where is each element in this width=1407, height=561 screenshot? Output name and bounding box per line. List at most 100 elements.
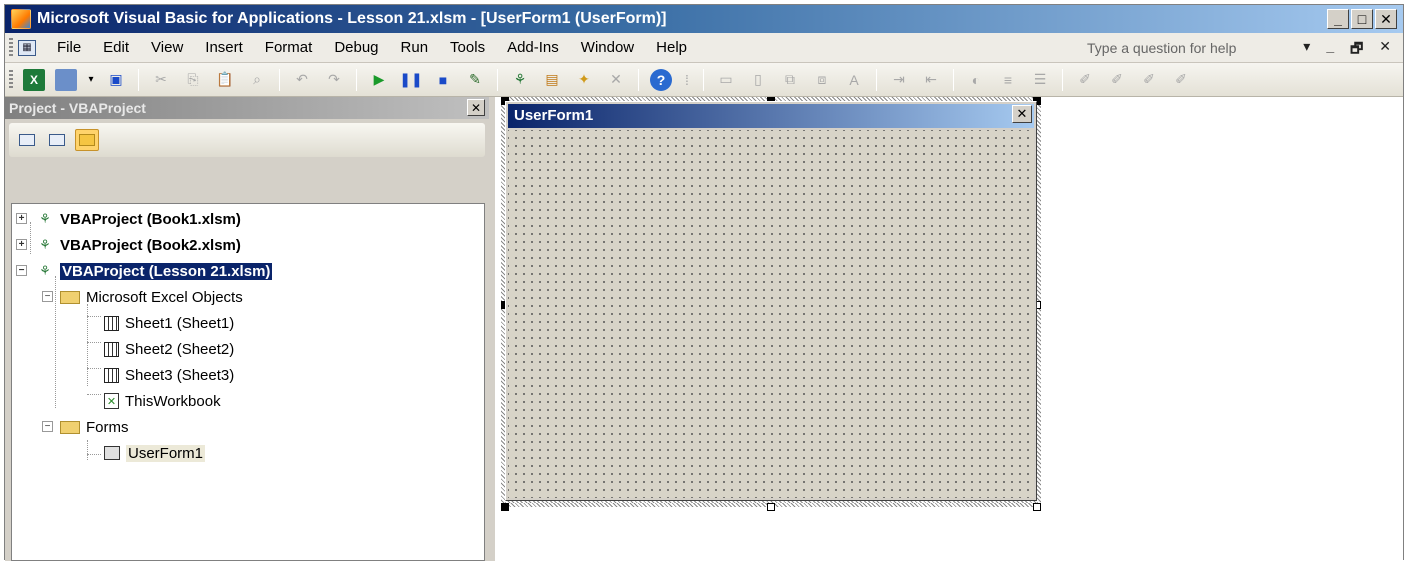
insert-userform-icon[interactable]	[55, 68, 77, 91]
mdi-close-button[interactable]: ✕	[1379, 38, 1391, 62]
redo-icon[interactable]: ↷	[323, 69, 345, 91]
collapse-icon[interactable]: −	[42, 291, 53, 302]
menu-run[interactable]: Run	[401, 39, 429, 56]
close-button[interactable]: ✕	[1375, 9, 1397, 29]
toolbar-separator	[638, 68, 639, 91]
expand-icon[interactable]: +	[16, 213, 27, 224]
mdi-minimize-button[interactable]: _	[1326, 38, 1334, 62]
ungroup-icon[interactable]: ⧈	[811, 69, 833, 91]
tree-item-thisworkbook[interactable]: ✕ ThisWorkbook	[104, 390, 221, 412]
tree-label: Sheet2 (Sheet2)	[125, 340, 235, 358]
resize-handle[interactable]	[501, 503, 509, 511]
project-explorer-icon[interactable]: ⚘	[509, 69, 531, 91]
toolbox-icon[interactable]: ✕	[605, 69, 627, 91]
project-panel-toolbar	[9, 123, 485, 157]
mdi-restore-button[interactable]: 🗗	[1350, 38, 1363, 62]
menu-window[interactable]: Window	[581, 39, 634, 56]
caption-buttons: _ □ ✕	[1327, 9, 1397, 29]
uncomment-block-icon[interactable]: ☰	[1029, 69, 1051, 91]
restore-button[interactable]: □	[1351, 9, 1373, 29]
cut-icon[interactable]: ✂	[150, 69, 172, 91]
toolbar-separator	[1062, 68, 1063, 91]
excel-icon[interactable]: X	[23, 68, 45, 91]
save-icon[interactable]: ▣	[105, 69, 127, 91]
form-window-icon[interactable]: ▦	[18, 39, 36, 56]
menu-format[interactable]: Format	[265, 39, 313, 56]
menu-addins[interactable]: Add-Ins	[507, 39, 559, 56]
tree-label-selected: VBAProject (Lesson 21.xlsm)	[58, 261, 274, 281]
toggle-breakpoint-icon[interactable]: ◐	[965, 69, 987, 91]
tree-label: ThisWorkbook	[125, 392, 221, 410]
reset-icon[interactable]: ■	[432, 69, 454, 91]
paste-icon[interactable]: 📋	[214, 69, 236, 91]
expand-icon[interactable]: +	[16, 239, 27, 250]
insert-dropdown-icon[interactable]: ▾	[87, 69, 95, 91]
run-icon[interactable]: ▶	[368, 69, 390, 91]
object-browser-icon[interactable]: ✦	[573, 69, 595, 91]
help-search-input[interactable]: Type a question for help	[1083, 38, 1283, 58]
toolbar-options-icon[interactable]: ⁞	[682, 69, 692, 91]
help-dropdown-icon[interactable]: ▾	[1303, 38, 1310, 62]
tree-item-book1[interactable]: + ⚘ VBAProject (Book1.xlsm)	[16, 208, 241, 230]
previous-bookmark-icon[interactable]: ✐	[1138, 69, 1160, 91]
tree-item-lesson21[interactable]: − ⚘ VBAProject (Lesson 21.xlsm)	[16, 260, 274, 282]
tree-item-forms[interactable]: − Forms	[42, 416, 129, 438]
menu-file[interactable]: File	[57, 39, 81, 56]
userform1[interactable]: UserForm1 ✕	[505, 101, 1037, 501]
properties-icon[interactable]: ▤	[541, 69, 563, 91]
group-icon[interactable]: ⧉	[779, 69, 801, 91]
toolbar-separator	[279, 68, 280, 91]
next-bookmark-icon[interactable]: ✐	[1106, 69, 1128, 91]
view-code-icon[interactable]	[15, 129, 39, 151]
undo-icon[interactable]: ↶	[291, 69, 313, 91]
menubar-grip[interactable]	[9, 37, 13, 58]
minimize-button[interactable]: _	[1327, 9, 1349, 29]
find-icon[interactable]: ⌕	[246, 69, 268, 91]
vba-app-icon[interactable]	[11, 9, 31, 29]
toolbar-grip[interactable]	[9, 69, 13, 90]
send-to-back-icon[interactable]: ▯	[747, 69, 769, 91]
menu-help[interactable]: Help	[656, 39, 687, 56]
userform-close-button[interactable]: ✕	[1012, 105, 1032, 123]
resize-handle[interactable]	[1033, 503, 1041, 511]
bring-to-front-icon[interactable]: ▭	[715, 69, 737, 91]
standard-toolbar: X ▾ ▣ ✂ ⎘ 📋 ⌕ ↶ ↷ ▶ ❚❚ ■ ✎ ⚘ ▤ ✦ ✕ ? ⁞ ▭…	[5, 63, 1403, 97]
project-panel-close-button[interactable]: ✕	[467, 99, 485, 116]
collapse-icon[interactable]: −	[42, 421, 53, 432]
align-icon[interactable]: A	[843, 69, 865, 91]
tree-item-userform1[interactable]: UserForm1	[104, 442, 206, 464]
tree-item-book2[interactable]: + ⚘ VBAProject (Book2.xlsm)	[16, 234, 241, 256]
toolbar-separator	[703, 68, 704, 91]
indent-icon[interactable]: ⇥	[888, 69, 910, 91]
comment-block-icon[interactable]: ≡	[997, 69, 1019, 91]
copy-icon[interactable]: ⎘	[182, 69, 204, 91]
sheet-icon	[104, 367, 119, 383]
toggle-folders-icon[interactable]	[75, 129, 99, 151]
outdent-icon[interactable]: ⇤	[920, 69, 942, 91]
help-icon[interactable]: ?	[650, 68, 672, 91]
menu-tools[interactable]: Tools	[450, 39, 485, 56]
tree-item-sheet1[interactable]: Sheet1 (Sheet1)	[104, 312, 234, 334]
menu-insert[interactable]: Insert	[205, 39, 243, 56]
tree-item-sheet2[interactable]: Sheet2 (Sheet2)	[104, 338, 234, 360]
view-object-icon[interactable]	[45, 129, 69, 151]
menu-debug[interactable]: Debug	[334, 39, 378, 56]
design-mode-icon[interactable]: ✎	[464, 69, 486, 91]
sheet-icon	[104, 315, 119, 331]
collapse-icon[interactable]: −	[16, 265, 27, 276]
userform-grid[interactable]	[508, 130, 1034, 498]
clear-bookmarks-icon[interactable]: ✐	[1170, 69, 1192, 91]
toggle-bookmark-icon[interactable]: ✐	[1074, 69, 1096, 91]
tree-label: Forms	[86, 418, 129, 436]
toolbar-separator	[876, 68, 877, 91]
resize-handle[interactable]	[767, 503, 775, 511]
title-bar: Microsoft Visual Basic for Applications …	[5, 5, 1403, 33]
menu-view[interactable]: View	[151, 39, 183, 56]
tree-item-sheet3[interactable]: Sheet3 (Sheet3)	[104, 364, 234, 386]
menu-edit[interactable]: Edit	[103, 39, 129, 56]
tree-item-excel-objects[interactable]: − Microsoft Excel Objects	[42, 286, 243, 308]
tree-label: VBAProject (Book1.xlsm)	[60, 210, 241, 228]
project-tree: + ⚘ VBAProject (Book1.xlsm) + ⚘ VBAProje…	[11, 203, 485, 561]
break-icon[interactable]: ❚❚	[399, 69, 422, 91]
vbaproject-icon: ⚘	[39, 237, 51, 252]
